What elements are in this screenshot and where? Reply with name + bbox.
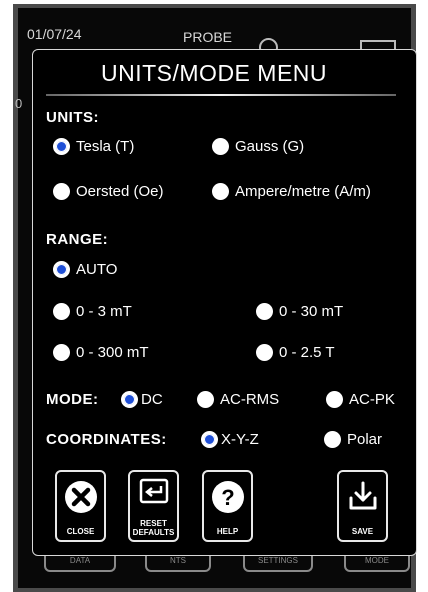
mode-option-ac-rms[interactable]: AC-RMS: [197, 391, 279, 408]
units-section-label: UNITS:: [46, 109, 99, 126]
radio-selected-icon: [53, 138, 70, 155]
option-label: Gauss (G): [235, 138, 305, 155]
coordinates-option-polar[interactable]: Polar: [324, 431, 382, 448]
option-label: 0 - 2.5 T: [279, 344, 335, 361]
radio-unselected-icon: [212, 183, 229, 200]
radio-selected-icon: [201, 431, 218, 448]
close-button-label: CLOSE: [66, 527, 95, 536]
range-section-label: RANGE:: [46, 231, 109, 248]
range-option-3mt[interactable]: 0 - 3 mT: [53, 303, 132, 320]
radio-unselected-icon: [197, 391, 214, 408]
save-button-label: SAVE: [351, 527, 374, 536]
radio-unselected-icon: [256, 344, 273, 361]
help-button-label: HELP: [216, 527, 239, 536]
option-label: X-Y-Z: [221, 431, 259, 448]
units-option-oersted[interactable]: Oersted (Oe): [53, 183, 164, 200]
radio-unselected-icon: [53, 344, 70, 361]
save-download-icon: [347, 480, 379, 517]
softkey-data[interactable]: DATA: [44, 556, 116, 572]
radio-unselected-icon: [53, 303, 70, 320]
option-label: 0 - 3 mT: [76, 303, 132, 320]
device-rim: [13, 588, 416, 592]
radio-selected-icon: [121, 391, 138, 408]
option-label: Polar: [347, 431, 383, 448]
option-label: Ampere/metre (A/m): [235, 183, 371, 200]
option-label: Tesla (T): [76, 138, 135, 155]
reset-defaults-label: RESET DEFAULTS: [130, 519, 177, 537]
range-option-300mt[interactable]: 0 - 300 mT: [53, 344, 149, 361]
radio-unselected-icon: [256, 303, 273, 320]
reset-defaults-button[interactable]: RESET DEFAULTS: [128, 470, 179, 542]
close-button[interactable]: CLOSE: [55, 470, 106, 542]
title-divider: [46, 94, 396, 96]
coordinates-section-label: COORDINATES:: [46, 431, 167, 448]
radio-unselected-icon: [212, 138, 229, 155]
option-label: AUTO: [76, 261, 118, 278]
mode-section-label: MODE:: [46, 391, 99, 408]
units-option-gauss[interactable]: Gauss (G): [212, 138, 304, 155]
option-label: AC-RMS: [220, 391, 280, 408]
help-button[interactable]: ? HELP: [202, 470, 253, 542]
radio-unselected-icon: [324, 431, 341, 448]
option-label: 0 - 30 mT: [279, 303, 344, 320]
reset-icon: [139, 478, 169, 509]
range-option-2-5t[interactable]: 0 - 2.5 T: [256, 344, 335, 361]
probe-label: PROBE: [183, 29, 233, 45]
close-icon: [64, 480, 98, 519]
reset-label-line1: RESET: [140, 519, 167, 528]
svg-text:?: ?: [221, 485, 234, 510]
range-option-auto[interactable]: AUTO: [53, 261, 117, 278]
units-option-ampere-metre[interactable]: Ampere/metre (A/m): [212, 183, 371, 200]
range-option-30mt[interactable]: 0 - 30 mT: [256, 303, 343, 320]
units-option-tesla[interactable]: Tesla (T): [53, 138, 134, 155]
softkey-settings[interactable]: SETTINGS: [243, 556, 313, 572]
option-label: AC-PK: [349, 391, 395, 408]
background-reading: 0: [15, 96, 23, 111]
device-rim: [13, 4, 18, 592]
radio-selected-icon: [53, 261, 70, 278]
reset-label-line2: DEFAULTS: [132, 528, 175, 537]
coordinates-option-xyz[interactable]: X-Y-Z: [201, 431, 259, 448]
menu-title: UNITS/MODE MENU: [101, 60, 327, 86]
mode-option-ac-pk[interactable]: AC-PK: [326, 391, 395, 408]
help-icon: ?: [211, 480, 245, 519]
softkey-mode[interactable]: MODE: [344, 556, 410, 572]
mode-option-dc[interactable]: DC: [121, 391, 163, 408]
radio-unselected-icon: [326, 391, 343, 408]
date-display: 01/07/24: [27, 26, 82, 42]
save-button[interactable]: SAVE: [337, 470, 388, 542]
softkey-nts[interactable]: NTS: [145, 556, 211, 572]
option-label: 0 - 300 mT: [76, 344, 149, 361]
option-label: DC: [141, 391, 163, 408]
device-rim: [13, 4, 416, 8]
option-label: Oersted (Oe): [76, 183, 164, 200]
radio-unselected-icon: [53, 183, 70, 200]
